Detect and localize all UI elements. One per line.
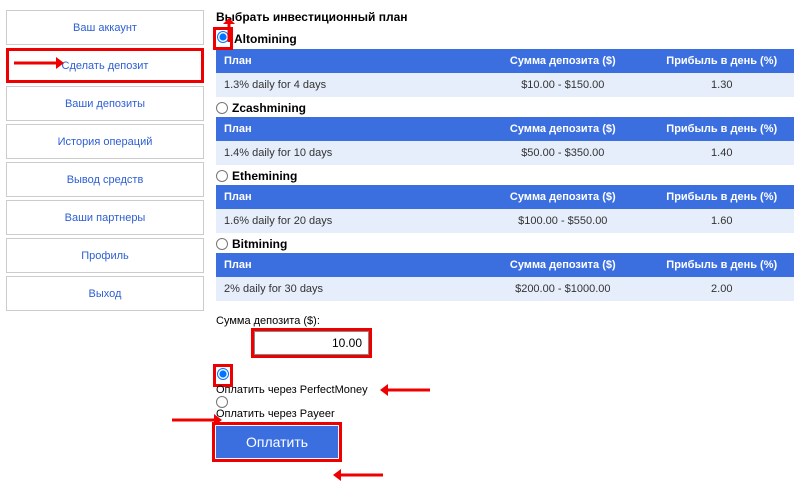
pay-radio-perfectmoney[interactable] (217, 368, 229, 380)
plan-table: План Сумма депозита ($) Прибыль в день (… (216, 49, 794, 97)
td-desc: 2% daily for 30 days (216, 277, 476, 301)
pay-option-label: Оплатить через Payeer (216, 408, 335, 420)
pay-radio-wrap (216, 367, 230, 384)
plan-radio-wrap (216, 30, 230, 47)
table-row: 1.6% daily for 20 days $100.00 - $550.00… (216, 209, 794, 233)
plan-table: План Сумма депозита ($) Прибыль в день (… (216, 117, 794, 165)
sidebar-item-label: История операций (58, 136, 153, 148)
pay-radio-payeer[interactable] (216, 396, 228, 408)
sidebar-item-label: Профиль (81, 250, 129, 262)
th-profit: Прибыль в день (%) (649, 117, 794, 141)
plan-table: План Сумма депозита ($) Прибыль в день (… (216, 253, 794, 301)
table-header-row: План Сумма депозита ($) Прибыль в день (… (216, 49, 794, 73)
sidebar-item-label: Ваши партнеры (65, 212, 146, 224)
pay-button[interactable]: Оплатить (216, 426, 338, 458)
td-profit: 1.30 (649, 73, 794, 97)
plan-table: План Сумма депозита ($) Прибыль в день (… (216, 185, 794, 233)
table-row: 1.4% daily for 10 days $50.00 - $350.00 … (216, 141, 794, 165)
plan-bitmining: Bitmining План Сумма депозита ($) Прибыл… (216, 237, 794, 301)
payment-options: Оплатить через PerfectMoney Оплатить чер… (216, 367, 794, 458)
sidebar: Ваш аккаунт Сделать депозит Ваши депозит… (6, 10, 204, 458)
td-profit: 2.00 (649, 277, 794, 301)
table-row: 1.3% daily for 4 days $10.00 - $150.00 1… (216, 73, 794, 97)
sidebar-item-label: Выход (89, 288, 122, 300)
td-desc: 1.4% daily for 10 days (216, 141, 476, 165)
annotation-arrow-icon (333, 468, 383, 482)
deposit-label: Сумма депозита ($): (216, 315, 794, 327)
th-plan: План (216, 253, 476, 277)
plan-radio[interactable] (216, 238, 228, 250)
th-plan: План (216, 49, 476, 73)
page-title: Выбрать инвестиционный план (216, 10, 794, 24)
table-header-row: План Сумма депозита ($) Прибыль в день (… (216, 185, 794, 209)
td-profit: 1.60 (649, 209, 794, 233)
sidebar-item-withdraw[interactable]: Вывод средств (6, 162, 204, 197)
sidebar-item-account[interactable]: Ваш аккаунт (6, 10, 204, 45)
plan-ethemining: Ethemining План Сумма депозита ($) Прибы… (216, 169, 794, 233)
sidebar-item-deposit[interactable]: Сделать депозит (6, 48, 204, 83)
main-content: Выбрать инвестиционный план Altomining П… (216, 10, 794, 458)
sidebar-item-label: Ваши депозиты (65, 98, 145, 110)
table-header-row: План Сумма депозита ($) Прибыль в день (… (216, 117, 794, 141)
td-range: $50.00 - $350.00 (476, 141, 649, 165)
plan-radio[interactable] (217, 31, 229, 43)
plan-name: Zcashmining (232, 101, 306, 115)
deposit-input[interactable] (254, 331, 369, 355)
sidebar-item-partners[interactable]: Ваши партнеры (6, 200, 204, 235)
pay-button-label: Оплатить (246, 434, 308, 450)
pay-option-label: Оплатить через PerfectMoney (216, 384, 368, 396)
table-header-row: План Сумма депозита ($) Прибыль в день (… (216, 253, 794, 277)
th-profit: Прибыль в день (%) (649, 253, 794, 277)
th-deposit: Сумма депозита ($) (476, 117, 649, 141)
th-profit: Прибыль в день (%) (649, 185, 794, 209)
td-desc: 1.6% daily for 20 days (216, 209, 476, 233)
th-plan: План (216, 185, 476, 209)
plan-name: Bitmining (232, 237, 287, 251)
plan-zcashmining: Zcashmining План Сумма депозита ($) Приб… (216, 101, 794, 165)
td-range: $10.00 - $150.00 (476, 73, 649, 97)
sidebar-item-label: Вывод средств (67, 174, 144, 186)
plan-radio[interactable] (216, 170, 228, 182)
th-plan: План (216, 117, 476, 141)
sidebar-item-label: Ваш аккаунт (73, 22, 137, 34)
td-desc: 1.3% daily for 4 days (216, 73, 476, 97)
sidebar-item-history[interactable]: История операций (6, 124, 204, 159)
sidebar-item-logout[interactable]: Выход (6, 276, 204, 311)
sidebar-item-your-deposits[interactable]: Ваши депозиты (6, 86, 204, 121)
td-range: $200.00 - $1000.00 (476, 277, 649, 301)
deposit-section: Сумма депозита ($): (216, 315, 794, 355)
plan-radio[interactable] (216, 102, 228, 114)
th-deposit: Сумма депозита ($) (476, 185, 649, 209)
plan-name: Ethemining (232, 169, 297, 183)
th-profit: Прибыль в день (%) (649, 49, 794, 73)
sidebar-item-label: Сделать депозит (62, 60, 149, 72)
plan-altomining: Altomining План Сумма депозита ($) Прибы… (216, 30, 794, 97)
table-row: 2% daily for 30 days $200.00 - $1000.00 … (216, 277, 794, 301)
th-deposit: Сумма депозита ($) (476, 253, 649, 277)
th-deposit: Сумма депозита ($) (476, 49, 649, 73)
td-range: $100.00 - $550.00 (476, 209, 649, 233)
plan-name: Altomining (234, 32, 297, 46)
td-profit: 1.40 (649, 141, 794, 165)
sidebar-item-profile[interactable]: Профиль (6, 238, 204, 273)
